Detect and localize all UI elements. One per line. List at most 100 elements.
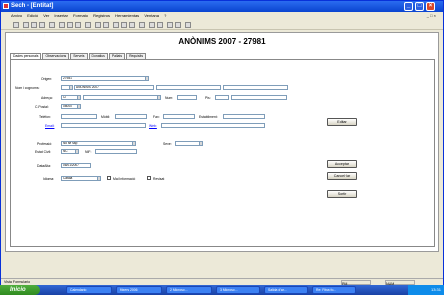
email-link[interactable]: Email: <box>45 124 54 128</box>
preview-icon[interactable] <box>39 22 45 28</box>
sortir-button[interactable]: Sortir <box>327 190 357 198</box>
task-salida[interactable]: Salida d'ar... <box>264 286 308 294</box>
menu-help[interactable]: ? <box>164 13 166 18</box>
app-window: Sech - [Entitat] _ □ × Arxivo Edició Ver… <box>0 0 444 286</box>
system-tray: 13:31 <box>408 285 444 295</box>
apply-filter-icon[interactable] <box>129 22 135 28</box>
dropdown-arrow-icon[interactable] <box>145 77 148 80</box>
acceptar-button[interactable]: Acceptar <box>327 160 357 168</box>
cognom2-field[interactable] <box>223 85 288 90</box>
dropdown-arrow-icon[interactable] <box>132 142 135 145</box>
taskbar: Inicio Calendario fitxers 2006 2 Microso… <box>0 285 444 295</box>
delete-record-icon[interactable] <box>157 22 163 28</box>
dropdown-arrow-icon[interactable] <box>157 96 160 99</box>
datalta-field[interactable]: 06/01/2007 <box>61 163 91 168</box>
professio-label: Professió: <box>37 142 53 146</box>
menu-insertar[interactable]: Insertar <box>54 13 68 18</box>
professio-value: No se sap <box>63 141 78 145</box>
mobil-field[interactable] <box>115 114 147 119</box>
editar-button[interactable]: Editar <box>327 118 357 126</box>
pis-label: Pis: <box>205 96 211 100</box>
establiment-label: Establiment: <box>199 115 218 119</box>
page-title: ANÒNIMS 2007 - 27981 <box>178 37 266 46</box>
telefon-label: Telèfon: <box>39 115 51 119</box>
adreca-field[interactable] <box>83 95 161 100</box>
no-informacio-label: Mai Informació <box>113 177 136 181</box>
task-microsoft-2[interactable]: 3 Microso... <box>216 286 260 294</box>
nif-field[interactable] <box>95 149 137 154</box>
pis-field[interactable] <box>215 95 229 100</box>
close-button[interactable]: × <box>426 2 435 11</box>
sexe-select[interactable] <box>175 141 203 146</box>
tab-panel: Origen: 27981 Nom i cognoms: ANÒNIMS 200… <box>10 59 435 247</box>
menu-registros[interactable]: Registros <box>93 13 110 18</box>
fax-field[interactable] <box>163 114 195 119</box>
nom-label: Nom i cognoms: <box>15 86 40 90</box>
nif-label: NIF: <box>85 150 92 154</box>
sort-desc-icon[interactable] <box>103 22 109 28</box>
cancellar-button[interactable]: Cancel·lar <box>327 172 357 180</box>
task-microsoft-1[interactable]: 2 Microso... <box>166 286 212 294</box>
app-icon <box>3 3 9 9</box>
maximize-button[interactable]: □ <box>415 2 424 11</box>
cut-icon[interactable] <box>59 22 65 28</box>
professio-select[interactable]: No se sap <box>61 141 136 146</box>
status-text: Vista Formulario <box>4 280 31 284</box>
menu-formato[interactable]: Formato <box>73 13 88 18</box>
menu-ventana[interactable]: Ventana <box>144 13 159 18</box>
no-informacio-checkbox[interactable] <box>107 176 111 180</box>
dropdown-arrow-icon[interactable] <box>97 177 100 180</box>
num-field[interactable] <box>177 95 197 100</box>
web-field[interactable] <box>161 123 265 128</box>
filter-icon[interactable] <box>113 22 119 28</box>
toolbar <box>1 20 443 30</box>
dropdown-arrow-icon[interactable] <box>77 96 80 99</box>
estatcivil-label: Estat Civil: <box>35 150 52 154</box>
idioma-select[interactable]: Català <box>61 176 101 181</box>
telefon-field[interactable] <box>61 114 97 119</box>
filter-form-icon[interactable] <box>121 22 127 28</box>
cognom1-field[interactable] <box>156 85 221 90</box>
menu-bar: Arxivo Edició Ver Insertar Formato Regis… <box>1 12 443 20</box>
sort-asc-icon[interactable] <box>95 22 101 28</box>
copy-icon[interactable] <box>67 22 73 28</box>
cpostal-field[interactable]: 08000 <box>61 104 81 109</box>
tractament-select[interactable] <box>61 85 73 90</box>
dropdown-arrow-icon[interactable] <box>69 86 72 89</box>
menu-herramientas[interactable]: Herramientas <box>115 13 139 18</box>
db-window-icon[interactable] <box>167 22 173 28</box>
save-icon[interactable] <box>23 22 29 28</box>
task-calendario[interactable]: Calendario <box>66 286 112 294</box>
help-icon[interactable] <box>185 22 191 28</box>
undo-icon[interactable] <box>85 22 91 28</box>
task-fitxers[interactable]: fitxers 2006 <box>116 286 162 294</box>
dropdown-arrow-icon[interactable] <box>77 105 80 108</box>
new-record-icon[interactable] <box>149 22 155 28</box>
email-field[interactable] <box>61 123 146 128</box>
menu-edicio[interactable]: Edició <box>27 13 38 18</box>
origen-select[interactable]: 27981 <box>61 76 149 81</box>
find-icon[interactable] <box>139 22 145 28</box>
mdi-controls[interactable]: _ □ × <box>427 12 436 20</box>
num-label: Num: <box>165 96 174 100</box>
mobil-label: Mòbil: <box>101 115 111 119</box>
dropdown-arrow-icon[interactable] <box>75 150 78 153</box>
revisat-checkbox[interactable] <box>147 176 151 180</box>
print-icon[interactable] <box>31 22 37 28</box>
minimize-button[interactable]: _ <box>404 2 413 11</box>
menu-ver[interactable]: Ver <box>43 13 49 18</box>
web-link[interactable]: Web: <box>149 124 157 128</box>
task-fitxa[interactable]: Re: Fitxa fo... <box>312 286 356 294</box>
porta-field[interactable] <box>231 95 287 100</box>
view-icon[interactable] <box>13 22 19 28</box>
nom-field[interactable]: ANÒNIMS 2007 <box>74 85 154 90</box>
spell-icon[interactable] <box>49 22 55 28</box>
menu-arxivo[interactable]: Arxivo <box>11 13 22 18</box>
new-object-icon[interactable] <box>175 22 181 28</box>
dropdown-arrow-icon[interactable] <box>199 142 202 145</box>
start-button[interactable]: Inicio <box>0 285 40 295</box>
establiment-field[interactable] <box>223 114 265 119</box>
via-select[interactable]: C/ <box>61 95 81 100</box>
paste-icon[interactable] <box>75 22 81 28</box>
estatcivil-select[interactable]: NC <box>61 149 79 154</box>
